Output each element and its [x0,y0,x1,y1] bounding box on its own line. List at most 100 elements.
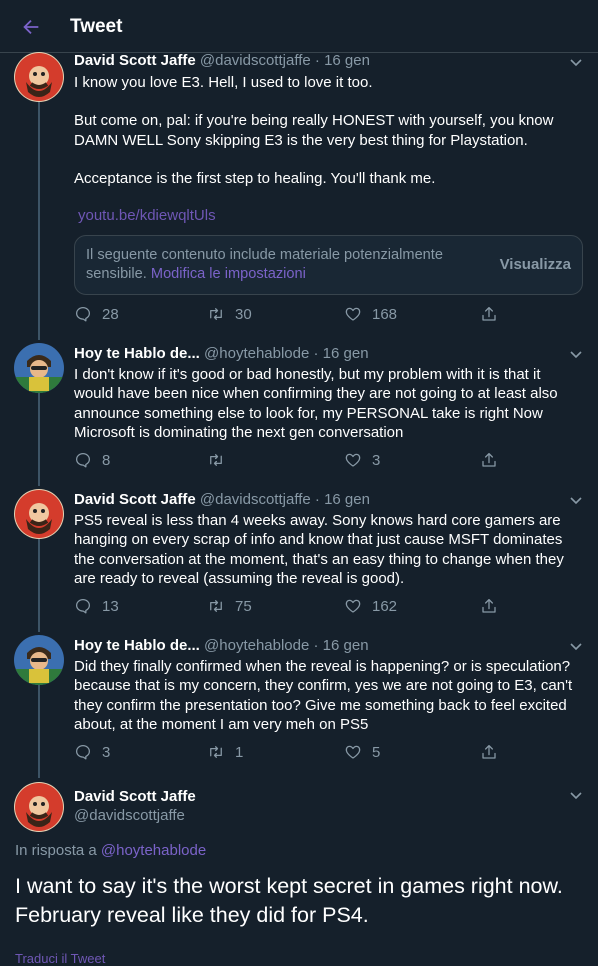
heart-icon [345,453,361,467]
reply-button[interactable]: 28 [74,305,119,323]
like-count: 3 [372,451,381,469]
tweet-link[interactable]: youtu.be/kdiewqltUls [78,207,216,225]
tweet-date[interactable]: · 16 gen [314,345,369,362]
reply-prefix: In risposta a [15,842,101,859]
reply-count: 3 [102,743,111,761]
tweet-header: David Scott Jaffe @davidscottjaffe · 16 … [74,52,370,70]
translate-link[interactable]: Traduci il Tweet [15,951,105,966]
share-icon [482,306,496,321]
reply-context: In risposta a @hoytehablode [15,842,206,859]
avatar[interactable] [14,489,64,539]
tweet-paragraph: I know you love E3. Hell, I used to love… [74,74,373,91]
chevron-down-icon[interactable] [568,787,584,803]
reply-handle-link[interactable]: @hoytehablode [101,842,206,859]
heart-icon [345,745,361,759]
tweet-text: PS5 reveal is less than 4 weeks away. So… [74,512,564,588]
reply-icon [75,598,91,614]
reply-button[interactable]: 3 [74,743,110,761]
settings-link[interactable]: Modifica le impostazioni [151,266,306,282]
share-icon [482,452,496,467]
tweet-text: I know you love E3. Hell, I used to love… [74,73,574,189]
reply-count: 28 [102,305,119,323]
like-count: 162 [372,597,398,615]
display-name[interactable]: David Scott Jaffe [74,788,196,805]
reply-count: 13 [102,597,119,615]
user-handle[interactable]: @hoytehablode [204,637,309,654]
like-count: 168 [372,305,398,323]
reply-icon [75,744,91,760]
user-handle[interactable]: @davidscottjaffe [74,807,185,824]
retweet-button[interactable]: 1 [207,743,243,761]
arrow-left-icon [23,19,39,35]
retweet-button[interactable]: 30 [207,305,252,323]
retweet-icon [210,600,222,612]
view-button[interactable]: Visualizza [500,256,571,273]
tweet-header: Hoy te Hablo de... @hoytehablode · 16 ge… [74,345,369,363]
share-button[interactable] [480,597,498,615]
avatar[interactable] [14,635,64,685]
top-bar: Tweet [0,0,598,53]
retweet-icon [210,308,222,320]
like-count: 5 [372,743,381,761]
retweet-count: 75 [235,597,252,615]
retweet-button[interactable]: 75 [207,597,252,615]
heart-icon [345,307,361,321]
user-handle[interactable]: @davidscottjaffe [200,491,311,508]
share-button[interactable] [480,743,498,761]
reply-icon [75,452,91,468]
user-handle[interactable]: @hoytehablode [204,345,309,362]
tweet-header: Hoy te Hablo de... @hoytehablode · 16 ge… [74,637,369,655]
tweet-paragraph: But come on, pal: if you're being really… [74,112,554,149]
tweet-header: David Scott Jaffe @davidscottjaffe · 16 … [74,491,370,509]
retweet-count: 1 [235,743,244,761]
thread-line [38,100,40,340]
display-name[interactable]: Hoy te Hablo de... [74,345,200,362]
tweet-actions: 13 75 162 [74,597,514,619]
like-button[interactable]: 3 [344,451,380,469]
avatar[interactable] [14,52,64,102]
share-icon [482,744,496,759]
main-tweet-text: I want to say it's the worst kept secret… [15,874,563,927]
chevron-down-icon[interactable] [568,492,584,508]
tweet-actions: 3 1 5 [74,743,514,765]
tweet-paragraph: Acceptance is the first step to healing.… [74,170,436,188]
retweet-icon [210,746,222,758]
retweet-icon [210,454,222,466]
like-button[interactable]: 162 [344,597,397,615]
tweet-text: Did they finally confirmed when the reve… [74,658,573,734]
tweet-header: David Scott Jaffe [74,788,196,806]
display-name[interactable]: David Scott Jaffe [74,491,196,508]
reply-button[interactable]: 13 [74,597,119,615]
avatar[interactable] [14,343,64,393]
sensitive-content-warning: Il seguente contenuto include materiale … [74,235,583,295]
tweet-date[interactable]: · 16 gen [315,52,370,69]
tweet-actions: 8 3 [74,451,514,473]
reply-count: 8 [102,451,111,469]
sensitive-text: Il seguente contenuto include materiale … [86,246,466,284]
user-handle[interactable]: @davidscottjaffe [200,52,311,69]
thread-line [38,393,40,486]
display-name[interactable]: Hoy te Hablo de... [74,637,200,654]
thread-line [38,685,40,778]
thread-line [38,539,40,632]
like-button[interactable]: 168 [344,305,397,323]
chevron-down-icon[interactable] [568,638,584,654]
share-button[interactable] [480,305,498,323]
tweet-actions: 28 30 168 [74,305,514,327]
avatar[interactable] [14,782,64,832]
retweet-button[interactable] [207,451,235,469]
tweet-text: I don't know if it's good or bad honestl… [74,366,558,442]
share-icon [482,598,496,613]
share-button[interactable] [480,451,498,469]
back-button[interactable] [18,14,44,40]
heart-icon [345,599,361,613]
chevron-down-icon[interactable] [568,54,584,70]
like-button[interactable]: 5 [344,743,380,761]
reply-button[interactable]: 8 [74,451,110,469]
page-title: Tweet [70,16,123,37]
display-name[interactable]: David Scott Jaffe [74,52,196,69]
retweet-count: 30 [235,305,252,323]
chevron-down-icon[interactable] [568,346,584,362]
tweet-date[interactable]: · 16 gen [315,491,370,508]
tweet-date[interactable]: · 16 gen [314,637,369,654]
